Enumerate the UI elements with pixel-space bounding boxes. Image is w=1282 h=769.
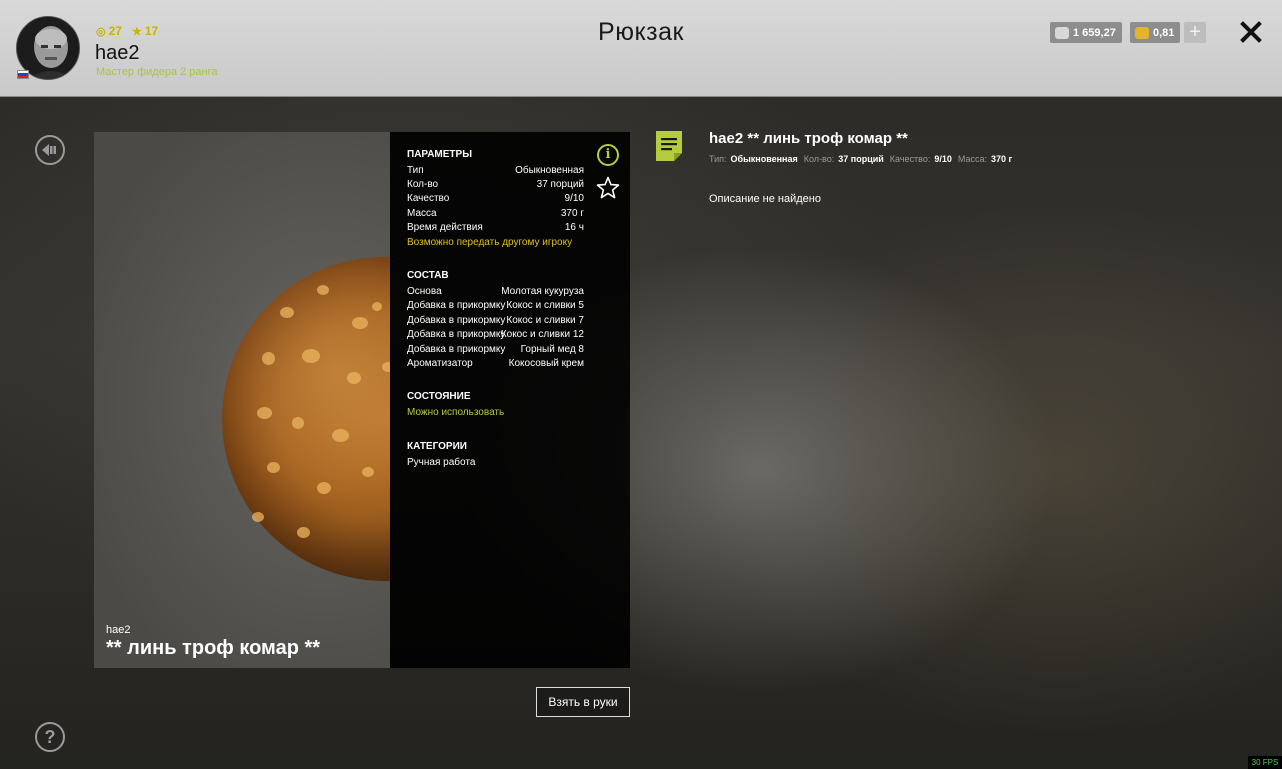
composition-key: Добавка в прикормку	[407, 329, 506, 340]
composition-key: Добавка в прикормку	[407, 300, 506, 311]
star-icon[interactable]	[596, 176, 620, 200]
groundbait-ball-image	[222, 257, 390, 581]
silver-value: 1 659,27	[1073, 26, 1116, 39]
param-row: Кол-во 37 порций	[407, 179, 584, 193]
composition-key: Добавка в прикормку	[407, 344, 506, 355]
param-value: 37 порций	[536, 179, 584, 190]
composition-value: Горный мед 8	[520, 344, 584, 355]
composition-row: Добавка в прикормку Кокос и сливки 7	[407, 315, 584, 329]
meta-key: Кол-во:	[803, 154, 835, 164]
composition-row: Добавка в прикормку Кокос и сливки 12	[407, 329, 584, 343]
composition-row: Ароматизатор Кокосовый крем	[407, 358, 584, 372]
meta-value: 370 г	[991, 154, 1013, 164]
gold-balance: 0,81	[1130, 22, 1181, 43]
silver-coin-icon	[1055, 26, 1069, 39]
gold-value: 0,81	[1153, 26, 1175, 39]
param-value: 16 ч	[564, 222, 584, 233]
param-key: Время действия	[407, 222, 483, 233]
categories-row: Ручная работа	[407, 457, 584, 471]
meta-value: Обыкновенная	[730, 154, 798, 164]
state-row: Можно использовать	[407, 407, 584, 421]
close-icon[interactable]	[1239, 20, 1263, 44]
composition-row: Добавка в прикормку Кокос и сливки 5	[407, 300, 584, 314]
card-item-name: ** линь троф комар **	[106, 637, 321, 659]
transfer-note: Возможно передать другому игроку	[407, 237, 607, 251]
meta-value: 9/10	[934, 154, 952, 164]
flag-icon	[17, 70, 29, 79]
composition-value: Кокос и сливки 5	[506, 300, 584, 311]
meta-key: Масса:	[957, 154, 987, 164]
transfer-note-text: Возможно передать другому игроку	[407, 237, 573, 248]
param-key: Качество	[407, 193, 450, 204]
composition-row: Основа Молотая кукуруза	[407, 286, 584, 300]
param-key: Масса	[407, 208, 437, 219]
item-details-panel: i ПАРАМЕТРЫ Тип Обыкновенная Кол-во 37 п…	[390, 132, 630, 668]
meta-key: Качество:	[889, 154, 931, 164]
take-in-hands-button[interactable]: Взять в руки	[536, 687, 630, 717]
description-meta: Тип: Обыкновенная Кол-во: 37 порций Каче…	[709, 154, 1014, 164]
composition-key: Основа	[407, 286, 442, 297]
categories-heading: КАТЕГОРИИ	[407, 441, 467, 452]
player-rank: Мастер фидера 2 ранга	[96, 66, 218, 78]
description-text: Описание не найдено	[709, 193, 821, 205]
composition-value: Молотая кукуруза	[501, 286, 584, 297]
description-title: hae2 ** линь троф комар **	[709, 130, 908, 147]
composition-value: Кокосовый крем	[508, 358, 584, 369]
param-value: 9/10	[564, 193, 584, 204]
meta-key: Тип:	[709, 154, 727, 164]
gold-coin-icon	[1135, 26, 1149, 39]
composition-row: Добавка в прикормку Горный мед 8	[407, 344, 584, 358]
params-heading: ПАРАМЕТРЫ	[407, 149, 472, 160]
back-icon[interactable]	[35, 135, 65, 165]
param-value: Обыкновенная	[515, 165, 584, 176]
composition-key: Добавка в прикормку	[407, 315, 506, 326]
param-row: Время действия 16 ч	[407, 222, 584, 236]
composition-key: Ароматизатор	[407, 358, 473, 369]
info-icon[interactable]: i	[597, 144, 619, 166]
param-value: 370 г	[560, 208, 584, 219]
param-key: Кол-во	[407, 179, 439, 190]
top-bar: ◎ 27 ★ 17 hae2 Мастер фидера 2 ранга Рюк…	[0, 0, 1282, 97]
param-row: Масса 370 г	[407, 208, 584, 222]
note-icon	[656, 131, 682, 161]
state-heading: СОСТОЯНИЕ	[407, 391, 471, 402]
composition-value: Кокос и сливки 7	[506, 315, 584, 326]
help-icon[interactable]: ?	[35, 722, 65, 752]
fps-counter: 30 FPS	[1248, 756, 1282, 769]
composition-heading: СОСТАВ	[407, 270, 449, 281]
meta-value: 37 порций	[838, 154, 884, 164]
param-row: Тип Обыкновенная	[407, 165, 584, 179]
categories-value: Ручная работа	[407, 457, 476, 468]
add-funds-button[interactable]: +	[1184, 22, 1206, 43]
state-value: Можно использовать	[407, 407, 505, 418]
card-owner: hae2	[106, 624, 131, 636]
item-preview: hae2 ** линь троф комар **	[94, 132, 390, 668]
silver-balance: 1 659,27	[1050, 22, 1122, 43]
composition-value: Кокос и сливки 12	[500, 329, 584, 340]
param-key: Тип	[407, 165, 424, 176]
param-row: Качество 9/10	[407, 193, 584, 207]
